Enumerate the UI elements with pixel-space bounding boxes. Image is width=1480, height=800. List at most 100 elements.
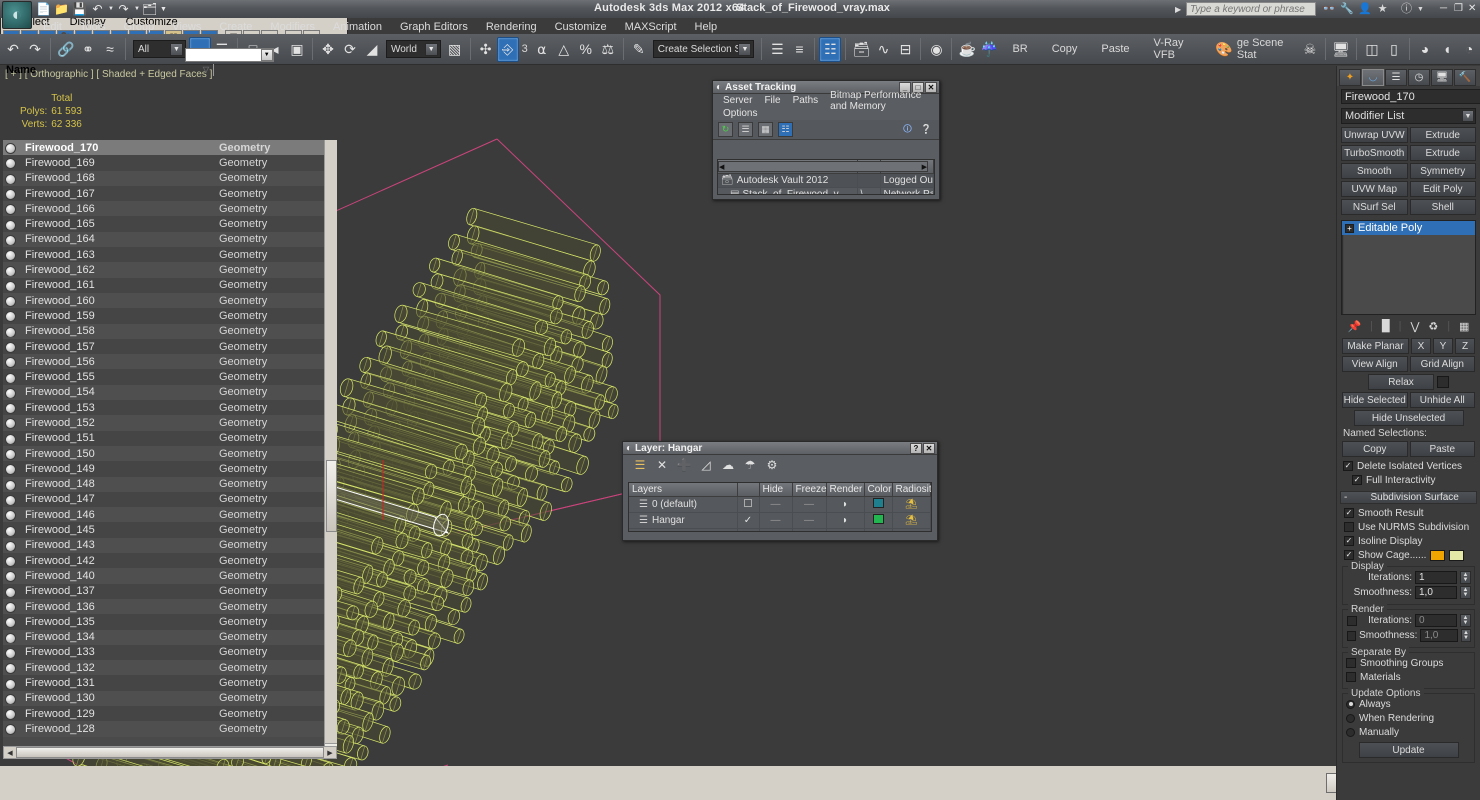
selection-set-combo[interactable]: ▼ bbox=[185, 47, 274, 62]
mirror-icon[interactable]: ☰ bbox=[766, 37, 788, 62]
search-input[interactable] bbox=[1186, 2, 1316, 16]
close-button[interactable]: ✕ bbox=[1468, 3, 1476, 14]
layer-dialog[interactable]: ◐ Layer: Hangar ? ✕ ☰ ✕ ➕ ◿ ☁ ☂ ⚙ Layers… bbox=[622, 441, 938, 541]
render-smoothness-value[interactable]: 1,0 bbox=[1420, 629, 1459, 642]
new-layer-icon[interactable]: ☰ bbox=[633, 458, 647, 472]
scene-list-item[interactable]: Firewood_162 Geometry bbox=[3, 262, 324, 278]
object-bulb-icon[interactable] bbox=[5, 556, 16, 567]
scene-list-item[interactable]: Firewood_156 Geometry bbox=[3, 354, 324, 370]
spinner-snap-toggle-icon[interactable]: ⚖ bbox=[597, 37, 619, 62]
scene-list-item[interactable]: Firewood_145 Geometry bbox=[3, 522, 324, 538]
object-bulb-icon[interactable] bbox=[5, 678, 16, 690]
object-bulb-icon[interactable] bbox=[5, 586, 16, 598]
app-logo-button[interactable]: ◐ bbox=[2, 1, 32, 29]
scroll-left-icon[interactable]: ◀ bbox=[4, 749, 16, 757]
layer-render-cell[interactable]: ◗ bbox=[826, 496, 865, 513]
layer-radiosity-cell[interactable]: ⛱ bbox=[892, 496, 931, 513]
help-button[interactable]: ? bbox=[910, 442, 922, 454]
render-region-icon[interactable]: ◖ bbox=[1436, 37, 1458, 62]
scene-list-item[interactable]: Firewood_150 Geometry bbox=[3, 445, 324, 462]
menu-group[interactable]: Group bbox=[115, 20, 164, 34]
eraser-icon[interactable]: ▯ bbox=[1383, 37, 1405, 62]
menu-modifiers[interactable]: Modifiers bbox=[261, 20, 324, 34]
modifier-button-extrude[interactable]: Extrude bbox=[1409, 145, 1476, 161]
modifier-list-combo[interactable]: Modifier List ▼ bbox=[1341, 108, 1476, 124]
layer-color-swatch[interactable] bbox=[864, 512, 893, 529]
open-file-icon[interactable]: 📁 bbox=[54, 2, 69, 17]
scene-list-item[interactable]: Firewood_157 Geometry bbox=[3, 338, 324, 355]
menu-graph-editors[interactable]: Graph Editors bbox=[391, 20, 477, 34]
delete-layer-icon[interactable]: ✕ bbox=[655, 458, 669, 472]
layer-color-swatch[interactable] bbox=[864, 496, 893, 513]
menu-help[interactable]: Help bbox=[686, 20, 727, 34]
align-icon[interactable]: ≡ bbox=[788, 37, 810, 62]
scene-list-item[interactable]: Firewood_158 Geometry bbox=[3, 323, 324, 339]
scroll-left-icon[interactable]: ◀ bbox=[719, 163, 724, 171]
object-bulb-icon[interactable] bbox=[5, 265, 16, 277]
modifier-button-edit-poly[interactable]: Edit Poly bbox=[1409, 181, 1476, 197]
object-bulb-icon[interactable] bbox=[5, 219, 16, 231]
undo-icon[interactable]: ↶ bbox=[2, 37, 24, 62]
display-smoothness-value[interactable]: 1,0 bbox=[1415, 586, 1457, 599]
schematic-view-icon[interactable]: ⊟ bbox=[894, 37, 916, 62]
scene-list-item[interactable]: Firewood_130 Geometry bbox=[3, 690, 324, 706]
column-color[interactable]: Color bbox=[864, 483, 893, 497]
undo-dropdown-icon[interactable]: ▼ bbox=[108, 2, 114, 17]
view-align-button[interactable]: View Align bbox=[1342, 356, 1408, 372]
scene-list-item[interactable]: Firewood_128 Geometry bbox=[3, 721, 324, 737]
scene-list-item[interactable]: Firewood_169 Geometry bbox=[3, 155, 324, 171]
radio-icon[interactable] bbox=[1346, 713, 1355, 723]
update-option-when-rendering[interactable]: When Rendering bbox=[1346, 711, 1471, 725]
restore-button[interactable]: ❐ bbox=[1454, 3, 1463, 14]
pin-stack-icon[interactable]: 📌 bbox=[1347, 320, 1361, 333]
scene-list-item[interactable]: Firewood_166 Geometry bbox=[3, 201, 324, 217]
scene-list-item[interactable]: Firewood_155 Geometry bbox=[3, 369, 324, 385]
update-button[interactable]: Update bbox=[1358, 742, 1459, 758]
layer-render-cell[interactable]: ◗ bbox=[826, 512, 865, 529]
relax-button[interactable]: Relax bbox=[1368, 374, 1434, 390]
skull-icon[interactable]: ☠ bbox=[1299, 37, 1321, 62]
layer-row[interactable]: ☰ Hangar ✓ — — ◗ ⛱ bbox=[629, 512, 931, 529]
list-vertical-scrollbar[interactable]: ▼ bbox=[324, 140, 337, 756]
modifier-button-extrude[interactable]: Extrude bbox=[1409, 127, 1476, 143]
use-nurms-checkbox[interactable]: Use NURMS Subdivision bbox=[1340, 520, 1477, 534]
close-button[interactable]: ✕ bbox=[923, 442, 935, 454]
scene-list-item[interactable]: Firewood_143 Geometry bbox=[3, 537, 324, 554]
object-bulb-icon[interactable] bbox=[5, 724, 16, 735]
object-bulb-icon[interactable] bbox=[5, 510, 16, 521]
reference-coordinate-combo[interactable]: World ▼ bbox=[385, 40, 441, 58]
select-and-link-icon[interactable]: 🔗 bbox=[55, 37, 77, 62]
redo-dropdown-icon[interactable]: ▼ bbox=[134, 2, 140, 17]
scene-list-item[interactable]: Firewood_136 Geometry bbox=[3, 598, 324, 615]
object-bulb-icon[interactable] bbox=[5, 372, 16, 384]
layer-properties-icon[interactable]: ⚙ bbox=[765, 458, 779, 472]
scene-list-item[interactable]: Firewood_164 Geometry bbox=[3, 231, 324, 248]
menu-bitmap-performance[interactable]: Bitmap Performance and Memory bbox=[824, 90, 939, 112]
update-option-always[interactable]: Always bbox=[1346, 697, 1471, 711]
object-bulb-icon[interactable] bbox=[5, 158, 16, 169]
unhide-all-button[interactable]: Unhide All bbox=[1409, 392, 1475, 408]
select-and-scale-icon[interactable]: ◢ bbox=[361, 37, 383, 62]
object-bulb-icon[interactable] bbox=[5, 663, 16, 674]
make-planar-y-button[interactable]: Y bbox=[1433, 338, 1453, 354]
layer-radiosity-cell[interactable]: ⛱ bbox=[892, 512, 931, 529]
display-floater-icon[interactable]: 🖥 bbox=[1330, 37, 1352, 62]
cage-color-swatch-2[interactable] bbox=[1449, 549, 1465, 561]
object-bulb-icon[interactable] bbox=[5, 464, 16, 475]
scene-list-item[interactable]: Firewood_149 Geometry bbox=[3, 461, 324, 477]
named-selection-sets-combo[interactable]: Create Selection Se ▼ bbox=[652, 40, 755, 58]
render-smoothness-checkbox[interactable] bbox=[1347, 630, 1357, 641]
smooth-result-checkbox[interactable]: ✓ Smooth Result bbox=[1340, 506, 1477, 520]
full-interactivity-checkbox[interactable]: ✓ Full Interactivity bbox=[1340, 473, 1477, 487]
manage-layers-icon[interactable]: ☷ bbox=[819, 36, 842, 62]
object-bulb-icon[interactable] bbox=[5, 342, 16, 353]
bind-to-space-warp-icon[interactable]: ≈ bbox=[99, 37, 121, 62]
paste-named-selection-button[interactable]: Paste bbox=[1409, 441, 1475, 457]
configure-modifier-sets-icon[interactable]: ▦ bbox=[1459, 320, 1469, 333]
render-production-icon[interactable]: ☔ bbox=[978, 37, 1000, 62]
layer-hide-cell[interactable]: — bbox=[759, 512, 793, 529]
checkbox-icon[interactable] bbox=[1346, 672, 1356, 682]
expand-icon[interactable]: + bbox=[1345, 223, 1354, 233]
scene-list-item[interactable]: Firewood_131 Geometry bbox=[3, 675, 324, 691]
chevron-down-icon[interactable]: ▼ bbox=[1462, 110, 1474, 122]
